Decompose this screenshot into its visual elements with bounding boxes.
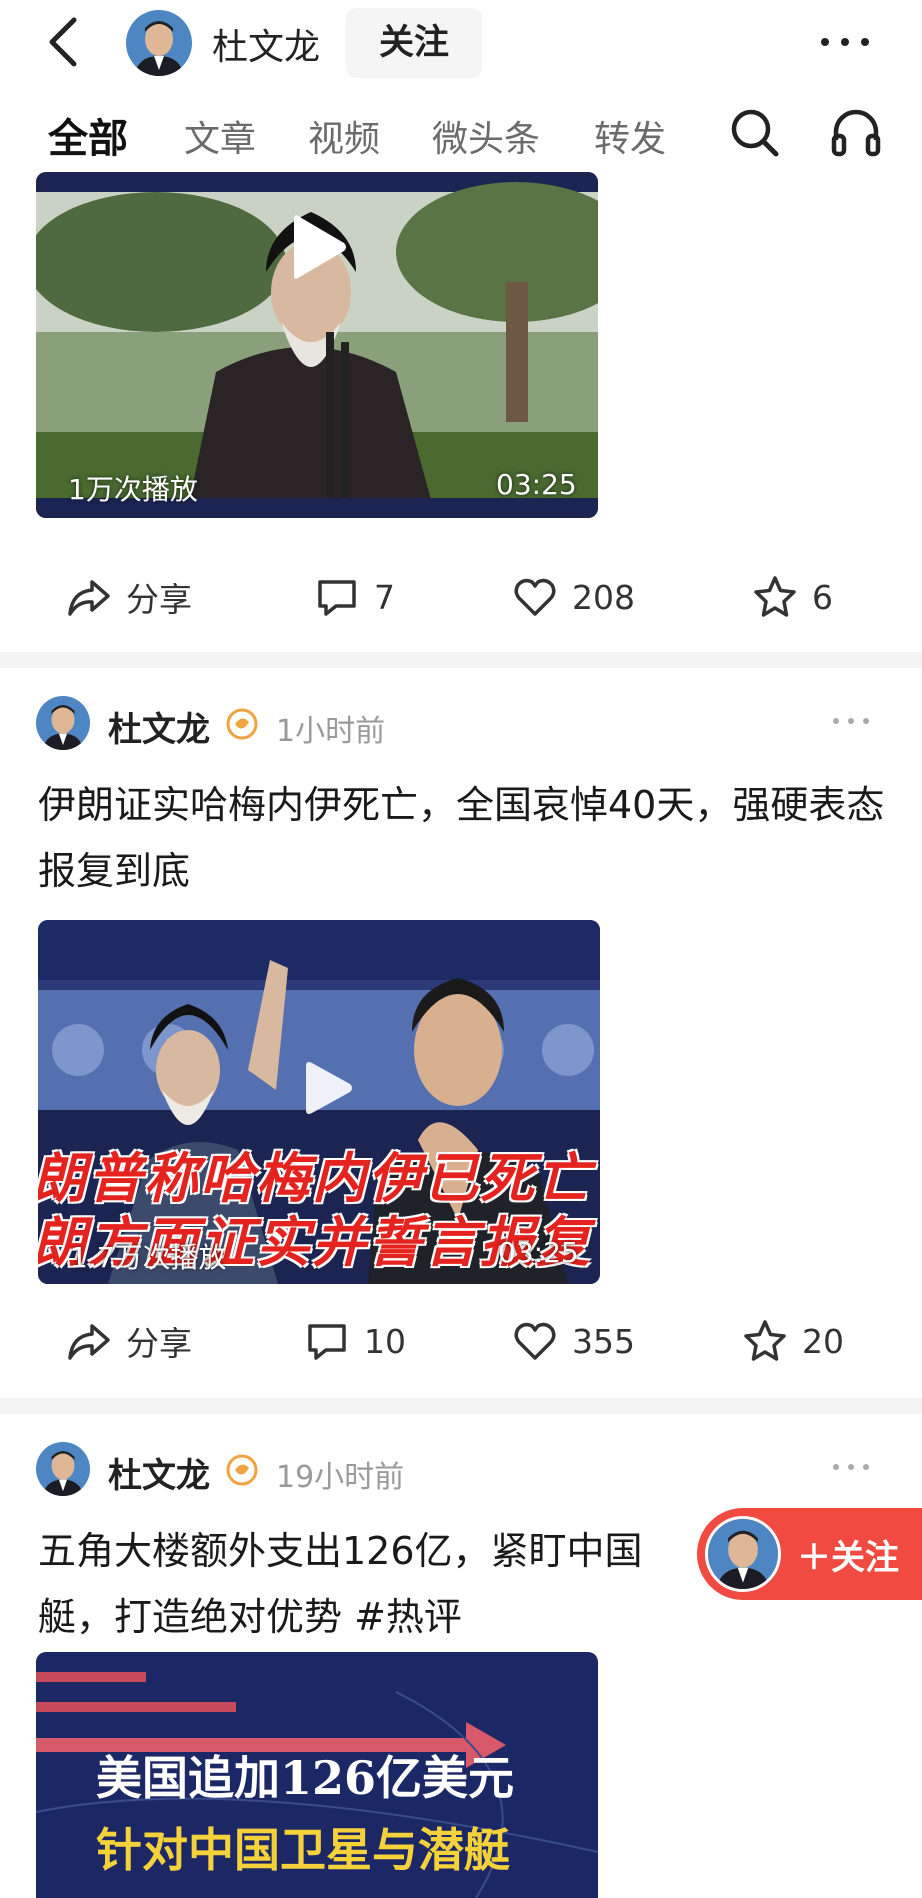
post-title[interactable]: 伊朗证实哈梅内伊死亡，全国哀悼40天，强硬表态报复到底 <box>38 772 888 904</box>
favorite-count: 6 <box>812 577 833 617</box>
video-duration: 03:25 <box>496 468 577 501</box>
floating-follow-button[interactable]: ＋关注 <box>697 1508 922 1600</box>
more-icon[interactable] <box>826 1452 876 1482</box>
post-header: 杜文龙 1小时前 <box>36 696 886 756</box>
author-name[interactable]: 杜文龙 <box>108 1448 210 1497</box>
verified-icon <box>226 1454 258 1486</box>
avatar <box>705 1516 781 1592</box>
comment-button[interactable]: 10 <box>304 1316 406 1366</box>
video-thumbnail[interactable]: 1万次播放 03:25 <box>36 172 598 518</box>
tab-videos[interactable]: 视频 <box>308 110 380 162</box>
favorite-button[interactable]: 6 <box>752 572 833 622</box>
like-button[interactable]: 355 <box>512 1316 635 1366</box>
comment-icon <box>318 580 356 616</box>
article-image[interactable]: 美国追加126亿美元 针对中国卫星与潜艇 <box>36 1652 598 1898</box>
profile-name: 杜文龙 <box>212 27 321 68</box>
video-thumbnail[interactable]: 朗普称哈梅内伊已死亡 朗方面证实并誓言报复 1.7万次播放 03:25 <box>38 920 600 1284</box>
share-label: 分享 <box>126 580 192 619</box>
tab-articles[interactable]: 文章 <box>184 110 256 162</box>
top-bar: 杜文龙 关注 <box>0 0 922 84</box>
post-time: 1小时前 <box>276 714 386 749</box>
tab-bar: 全部 文章 视频 微头条 转发 <box>0 96 922 176</box>
share-button[interactable]: 分享 <box>66 1316 192 1366</box>
play-icon[interactable] <box>286 212 350 282</box>
divider <box>0 652 922 668</box>
divider <box>0 1398 922 1414</box>
comment-count: 10 <box>364 1321 406 1361</box>
comment-count: 7 <box>374 577 395 617</box>
tab-micro-posts[interactable]: 微头条 <box>432 110 540 162</box>
comment-icon <box>308 1324 346 1360</box>
play-count: 1万次播放 <box>68 473 198 506</box>
like-count: 355 <box>572 1321 635 1361</box>
image-headline-line2: 针对中国卫星与潜艇 <box>96 1823 510 1877</box>
action-bar: 分享 10 355 20 <box>0 1296 922 1386</box>
tab-reposts[interactable]: 转发 <box>594 110 666 162</box>
favorite-button[interactable]: 20 <box>742 1316 844 1366</box>
avatar[interactable] <box>36 696 90 750</box>
like-button[interactable]: 208 <box>512 572 635 622</box>
comment-button[interactable]: 7 <box>314 572 395 622</box>
share-button[interactable]: 分享 <box>66 572 192 622</box>
action-bar: 分享 7 208 6 <box>0 552 922 642</box>
headphones-icon[interactable] <box>826 102 886 162</box>
share-icon <box>68 580 110 616</box>
heart-icon <box>514 1322 556 1360</box>
follow-button[interactable]: 关注 <box>346 8 482 78</box>
search-icon[interactable] <box>724 102 784 162</box>
share-label: 分享 <box>126 1324 192 1363</box>
author-name[interactable]: 杜文龙 <box>108 702 210 751</box>
star-icon <box>744 1320 786 1361</box>
star-icon <box>754 576 796 617</box>
back-arrow-icon[interactable] <box>40 10 90 74</box>
avatar[interactable] <box>126 10 192 76</box>
follow-label: ＋关注 <box>797 1538 899 1578</box>
post-time: 19小时前 <box>276 1460 405 1495</box>
heart-icon <box>514 578 556 616</box>
avatar[interactable] <box>36 1442 90 1496</box>
video-duration: 03:25 <box>498 1236 579 1269</box>
tab-all[interactable]: 全部 <box>48 106 128 164</box>
like-count: 208 <box>572 577 635 617</box>
post-header: 杜文龙 19小时前 <box>36 1442 886 1502</box>
play-count: 1.7万次播放 <box>70 1241 227 1274</box>
verified-icon <box>226 708 258 740</box>
more-icon[interactable] <box>826 706 876 736</box>
share-icon <box>68 1324 110 1360</box>
favorite-count: 20 <box>802 1321 844 1361</box>
more-icon[interactable] <box>815 12 875 72</box>
image-headline-line1: 美国追加126亿美元 <box>96 1751 515 1805</box>
